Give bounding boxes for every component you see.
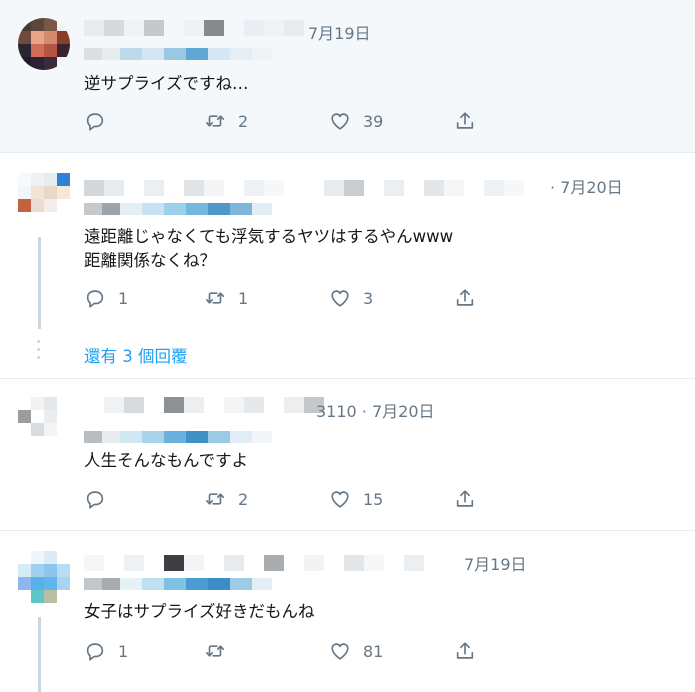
blurred-username[interactable] — [84, 20, 304, 36]
tweet-4[interactable]: 7月19日 女子はサプライズ好きだもんね 1 81 — [0, 531, 695, 692]
share-icon — [456, 289, 474, 306]
tweet-actions: 1 81 — [84, 640, 484, 662]
retweet-count: 1 — [238, 288, 249, 308]
tweet-1[interactable]: 7月19日 逆サプライズですね… 2 39 — [0, 0, 695, 153]
tweet-date[interactable]: · 7月20日 — [550, 174, 623, 198]
blurred-handle[interactable] — [84, 48, 272, 60]
reply-button[interactable]: 1 — [84, 640, 128, 662]
reply-icon — [86, 113, 104, 131]
reply-icon — [86, 491, 104, 509]
tweet-actions: 1 1 3 — [84, 287, 484, 309]
tweet-text: 人生そんなもんですよ — [84, 451, 249, 470]
tweet-text: 遠距離じゃなくても浮気するヤツはするやんwww 距離関係なくね？ — [84, 227, 454, 270]
tweet-2[interactable]: · 7月20日 遠距離じゃなくても浮気するヤツはするやんwww 距離関係なくね？… — [0, 153, 695, 379]
blurred-username[interactable] — [84, 180, 544, 196]
reply-count: 1 — [118, 641, 129, 661]
avatar[interactable] — [18, 551, 70, 603]
blurred-handle[interactable] — [84, 203, 272, 215]
share-icon — [456, 642, 474, 659]
reply-icon — [86, 643, 104, 661]
retweet-count: 2 — [238, 111, 249, 131]
share-button[interactable] — [454, 110, 476, 132]
avatar[interactable] — [18, 173, 70, 225]
share-icon — [456, 490, 474, 507]
like-icon — [331, 491, 349, 508]
like-icon — [331, 113, 349, 130]
retweet-button[interactable] — [204, 640, 238, 662]
tweet-text: 逆サプライズですね… — [84, 74, 249, 93]
like-count: 3 — [363, 288, 374, 308]
show-more-replies-link[interactable]: 還有 3 個回覆 — [84, 343, 188, 367]
like-button[interactable]: 3 — [329, 287, 373, 309]
blurred-handle[interactable] — [84, 578, 272, 590]
tweet-actions: 2 39 — [84, 110, 484, 132]
more-replies-dots — [36, 340, 42, 364]
avatar[interactable] — [18, 18, 70, 70]
thread-line — [38, 237, 41, 329]
thread-line — [38, 617, 41, 692]
share-button[interactable] — [454, 640, 476, 662]
like-icon — [331, 643, 349, 660]
retweet-icon — [205, 645, 225, 657]
blurred-handle[interactable] — [84, 431, 272, 443]
retweet-icon — [205, 292, 225, 304]
like-icon — [331, 290, 349, 307]
like-button[interactable]: 15 — [329, 488, 383, 510]
avatar[interactable] — [18, 397, 70, 449]
share-icon — [456, 112, 474, 129]
retweet-button[interactable]: 2 — [204, 488, 248, 510]
retweet-icon — [205, 115, 225, 127]
retweet-icon — [205, 493, 225, 505]
tweet-3[interactable]: 3110 · 7月20日 人生そんなもんですよ 2 15 — [0, 379, 695, 531]
tweet-text: 女子はサプライズ好きだもんね — [84, 602, 315, 621]
tweet-date[interactable]: 7月19日 — [308, 20, 371, 44]
tweet-date[interactable]: 7月19日 — [464, 551, 527, 575]
like-button[interactable]: 39 — [329, 110, 383, 132]
tweet-date[interactable]: 3110 · 7月20日 — [316, 398, 435, 422]
tweet-actions: 2 15 — [84, 488, 484, 510]
like-count: 15 — [363, 489, 384, 509]
share-button[interactable] — [454, 287, 476, 309]
reply-button[interactable]: 1 — [84, 287, 128, 309]
retweet-count: 2 — [238, 489, 249, 509]
reply-icon — [86, 290, 104, 308]
reply-button[interactable] — [84, 110, 118, 132]
reply-count: 1 — [118, 288, 129, 308]
retweet-button[interactable]: 2 — [204, 110, 248, 132]
retweet-button[interactable]: 1 — [204, 287, 248, 309]
blurred-username[interactable] — [84, 555, 444, 571]
like-count: 39 — [363, 111, 384, 131]
like-count: 81 — [363, 641, 384, 661]
blurred-username[interactable] — [84, 397, 324, 413]
share-button[interactable] — [454, 488, 476, 510]
like-button[interactable]: 81 — [329, 640, 383, 662]
reply-button[interactable] — [84, 488, 118, 510]
